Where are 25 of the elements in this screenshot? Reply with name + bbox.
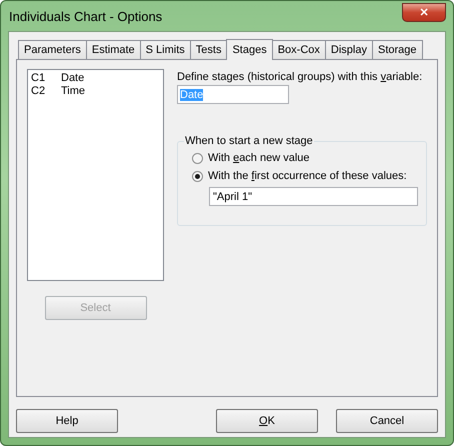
values-field[interactable]: "April 1" (209, 187, 418, 206)
column-name[interactable]: Date (61, 72, 84, 85)
window-title: Individuals Chart - Options (8, 8, 162, 24)
tab[interactable]: Storage (372, 40, 423, 59)
ok-button[interactable]: OK (216, 409, 318, 433)
group-title: When to start a new stage (184, 135, 314, 147)
radio-button[interactable] (192, 152, 203, 164)
column-id[interactable]: C1 (31, 72, 61, 85)
tab[interactable]: Tests (190, 40, 228, 59)
column-list[interactable]: C1 Date C2 Time (27, 69, 164, 281)
tab[interactable]: Parameters (18, 40, 87, 59)
tab[interactable]: Estimate (86, 40, 141, 59)
tab[interactable]: Box-Cox (272, 40, 326, 59)
tab[interactable]: Display (324, 40, 373, 59)
variable-label: Define stages (historical groups) with this variable: (177, 71, 424, 83)
radio-label[interactable]: With each new value (208, 152, 310, 164)
cancel-button[interactable]: Cancel (336, 409, 438, 433)
column-id[interactable]: C2 (31, 85, 61, 98)
tab[interactable]: Stages (226, 39, 273, 60)
radio-label[interactable]: With the first occurrence of these values: (208, 170, 407, 182)
tab[interactable]: S Limits (140, 40, 191, 59)
column-name[interactable]: Time (61, 85, 86, 98)
help-button[interactable]: Help (16, 409, 118, 433)
close-button[interactable]: ✕ (402, 2, 446, 22)
radio-button[interactable] (192, 170, 203, 182)
